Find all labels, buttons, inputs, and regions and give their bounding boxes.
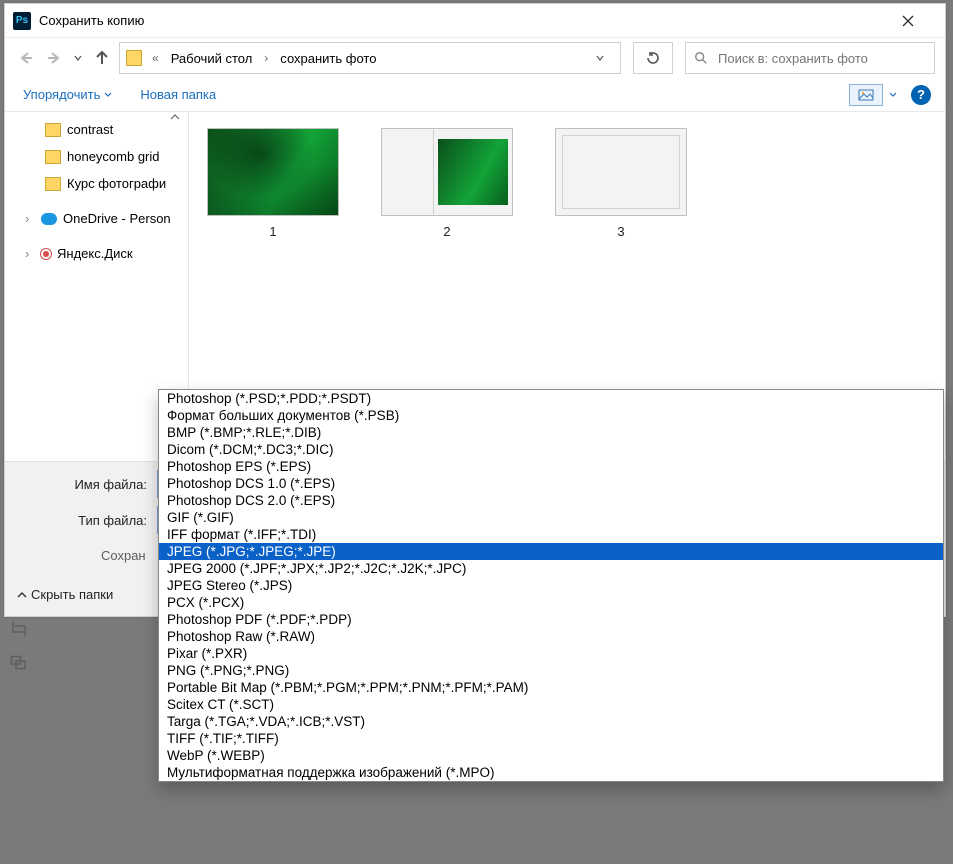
filetype-option[interactable]: Мультиформатная поддержка изображений (*… <box>159 764 943 781</box>
sidebar-item-label: contrast <box>67 122 113 137</box>
filetype-option[interactable]: GIF (*.GIF) <box>159 509 943 526</box>
filetype-option[interactable]: Targa (*.TGA;*.VDA;*.ICB;*.VST) <box>159 713 943 730</box>
refresh-button[interactable] <box>633 42 673 74</box>
sidebar-item-label: Яндекс.Диск <box>57 246 133 261</box>
chevron-right-icon: « <box>148 51 163 65</box>
filetype-label: Тип файла: <box>15 513 157 528</box>
arrow-left-icon <box>18 50 34 66</box>
new-folder-label: Новая папка <box>140 87 216 102</box>
filetype-option[interactable]: WebP (*.WEBP) <box>159 747 943 764</box>
address-dropdown[interactable] <box>596 54 614 62</box>
close-icon <box>901 14 915 28</box>
thumbnail[interactable]: 1 <box>203 128 343 239</box>
filetype-option[interactable]: Формат больших документов (*.PSB) <box>159 407 943 424</box>
filetype-option[interactable]: JPEG 2000 (*.JPF;*.JPX;*.JP2;*.J2C;*.J2K… <box>159 560 943 577</box>
filetype-option[interactable]: Photoshop DCS 1.0 (*.EPS) <box>159 475 943 492</box>
up-button[interactable] <box>91 47 113 69</box>
filetype-option[interactable]: Photoshop Raw (*.RAW) <box>159 628 943 645</box>
filetype-option[interactable]: Dicom (*.DCM;*.DC3;*.DIC) <box>159 441 943 458</box>
thumbnail[interactable]: 3 <box>551 128 691 239</box>
thumbnail-image <box>207 128 339 216</box>
view-options[interactable] <box>849 84 883 106</box>
sidebar-item-yandex[interactable]: › Яндекс.Диск <box>5 240 188 267</box>
sidebar-item-label: OneDrive - Person <box>63 211 171 226</box>
chevron-right-icon: › <box>260 51 272 65</box>
toolbar: Упорядочить Новая папка ? <box>5 78 945 112</box>
yandex-disk-icon <box>41 249 51 259</box>
chevron-up-icon <box>17 590 27 600</box>
thumbnail-image <box>381 128 513 216</box>
recent-menu[interactable] <box>71 47 85 69</box>
organize-label: Упорядочить <box>23 87 100 102</box>
title-bar: Ps Сохранить копию <box>5 4 945 38</box>
back-button[interactable] <box>15 47 37 69</box>
thumbnail-image <box>555 128 687 216</box>
filetype-option[interactable]: Portable Bit Map (*.PBM;*.PGM;*.PPM;*.PN… <box>159 679 943 696</box>
filetype-option[interactable]: Scitex CT (*.SCT) <box>159 696 943 713</box>
sidebar-item-course[interactable]: Курс фотографи <box>5 170 188 197</box>
folder-icon <box>45 150 61 164</box>
help-button[interactable]: ? <box>911 85 931 105</box>
filetype-option[interactable]: TIFF (*.TIF;*.TIFF) <box>159 730 943 747</box>
filetype-option[interactable]: Photoshop (*.PSD;*.PDD;*.PSDT) <box>159 390 943 407</box>
arrow-right-icon <box>46 50 62 66</box>
new-folder-button[interactable]: Новая папка <box>136 85 220 104</box>
filetype-option[interactable]: IFF формат (*.IFF;*.TDI) <box>159 526 943 543</box>
folder-icon <box>126 50 142 66</box>
expand-icon[interactable]: › <box>25 211 35 226</box>
chevron-up-icon <box>170 112 180 122</box>
organize-menu[interactable]: Упорядочить <box>19 85 116 104</box>
chevron-down-icon[interactable] <box>889 91 897 99</box>
folder-icon <box>45 123 61 137</box>
forward-button[interactable] <box>43 47 65 69</box>
folder-icon <box>45 177 61 191</box>
filetype-option[interactable]: PNG (*.PNG;*.PNG) <box>159 662 943 679</box>
cloud-icon <box>41 213 57 225</box>
filetype-option[interactable]: Pixar (*.PXR) <box>159 645 943 662</box>
thumbnail-name: 3 <box>617 224 624 239</box>
underlying-toolbar <box>10 620 28 670</box>
thumbnail-name: 2 <box>443 224 450 239</box>
refresh-icon <box>645 50 661 66</box>
filetype-option[interactable]: JPEG (*.JPG;*.JPEG;*.JPE) <box>159 543 943 560</box>
sidebar-item-contrast[interactable]: contrast <box>5 116 188 143</box>
sidebar-item-onedrive[interactable]: › OneDrive - Person <box>5 205 188 232</box>
breadcrumb-desktop[interactable]: Рабочий стол <box>169 49 255 68</box>
scroll-up[interactable] <box>170 112 186 122</box>
photoshop-icon: Ps <box>13 12 31 30</box>
thumbnail[interactable]: 2 <box>377 128 517 239</box>
filetype-dropdown-list[interactable]: Photoshop (*.PSD;*.PDD;*.PSDT)Формат бол… <box>158 389 944 782</box>
filetype-option[interactable]: JPEG Stereo (*.JPS) <box>159 577 943 594</box>
search-icon <box>694 51 708 65</box>
chevron-down-icon <box>74 54 82 62</box>
arrow-up-icon <box>94 50 110 66</box>
close-button[interactable] <box>901 14 941 28</box>
search-box[interactable] <box>685 42 935 74</box>
filetype-option[interactable]: Photoshop EPS (*.EPS) <box>159 458 943 475</box>
search-input[interactable] <box>716 50 926 67</box>
filetype-option[interactable]: Photoshop DCS 2.0 (*.EPS) <box>159 492 943 509</box>
filetype-option[interactable]: Photoshop PDF (*.PDF;*.PDP) <box>159 611 943 628</box>
chevron-down-icon <box>596 54 604 62</box>
window-title: Сохранить копию <box>39 13 901 28</box>
navigation-row: « Рабочий стол › сохранить фото <box>5 38 945 78</box>
crop-icon <box>10 620 28 638</box>
photo-icon <box>858 89 874 101</box>
sidebar-item-label: honeycomb grid <box>67 149 160 164</box>
breadcrumb-folder[interactable]: сохранить фото <box>278 49 378 68</box>
address-bar[interactable]: « Рабочий стол › сохранить фото <box>119 42 621 74</box>
sidebar-item-label: Курс фотографи <box>67 176 166 191</box>
hide-folders-label: Скрыть папки <box>31 587 113 602</box>
thumbnail-name: 1 <box>269 224 276 239</box>
sidebar-item-honeycomb[interactable]: honeycomb grid <box>5 143 188 170</box>
filetype-option[interactable]: BMP (*.BMP;*.RLE;*.DIB) <box>159 424 943 441</box>
chevron-down-icon <box>104 91 112 99</box>
filename-label: Имя файла: <box>15 477 157 492</box>
layers-icon <box>10 652 28 670</box>
expand-icon[interactable]: › <box>25 246 35 261</box>
filetype-option[interactable]: PCX (*.PCX) <box>159 594 943 611</box>
